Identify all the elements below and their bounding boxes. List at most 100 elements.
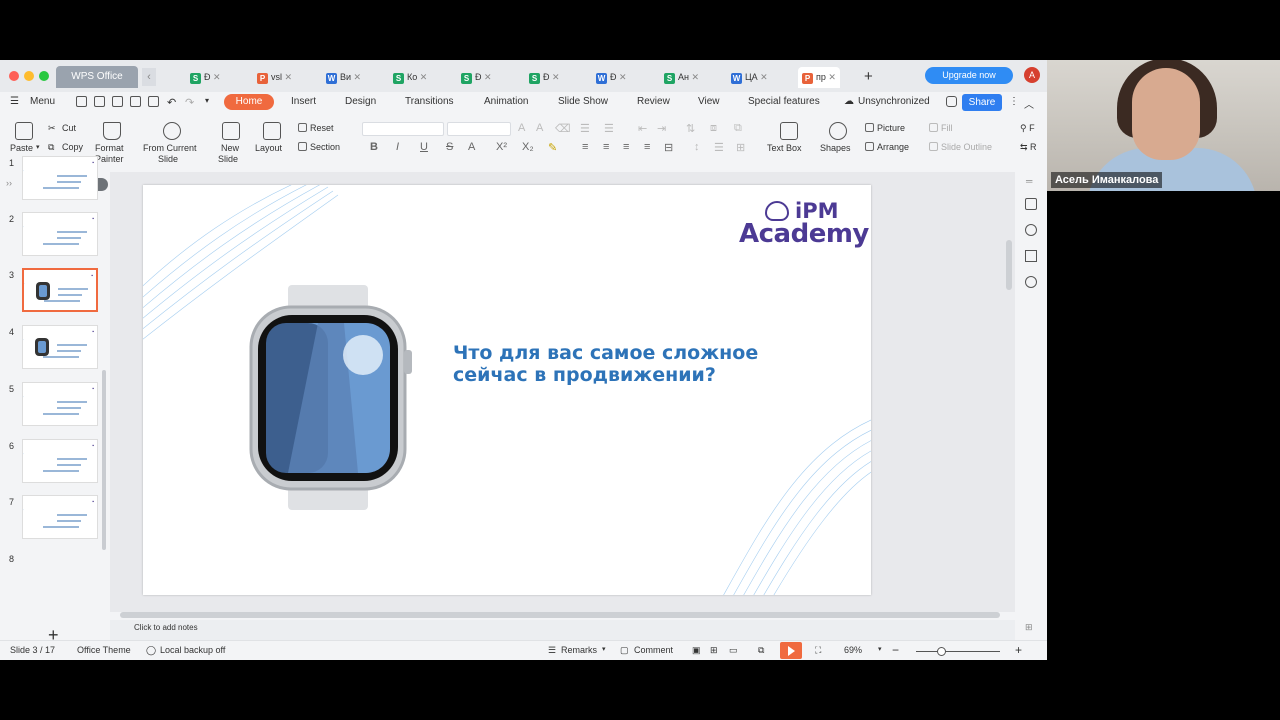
- text-box-button[interactable]: Text Box: [767, 143, 802, 153]
- document-tab[interactable]: W ЦА ✕: [731, 69, 768, 85]
- close-tab-icon[interactable]: ✕: [417, 72, 428, 82]
- columns-icon[interactable]: ⧉: [734, 122, 742, 135]
- comment-button[interactable]: Comment: [634, 645, 673, 655]
- bullets-icon[interactable]: ☰: [580, 122, 590, 135]
- tab-transitions[interactable]: Transitions: [405, 96, 454, 107]
- zoom-out-button[interactable]: −: [892, 643, 899, 657]
- zoom-dropdown-icon[interactable]: ▾: [878, 645, 882, 653]
- remarks-dropdown-icon[interactable]: ▾: [602, 645, 606, 653]
- design-panel-icon[interactable]: [1025, 198, 1037, 210]
- tab-view[interactable]: View: [698, 96, 720, 107]
- fill-button[interactable]: Fill: [929, 123, 953, 133]
- menu-button[interactable]: Menu: [30, 96, 55, 107]
- close-tab-icon[interactable]: ✕: [351, 72, 362, 82]
- text-direction-icon[interactable]: ⇅: [686, 122, 695, 135]
- close-tab-icon[interactable]: ✕: [617, 72, 627, 82]
- shapes-icon[interactable]: [829, 122, 847, 140]
- tab-design[interactable]: Design: [345, 96, 376, 107]
- sync-status[interactable]: Unsynchronized: [858, 96, 930, 107]
- picture-button[interactable]: Picture: [865, 123, 905, 133]
- backup-icon[interactable]: ◯: [146, 645, 156, 656]
- quick-access-dropdown-icon[interactable]: ▾: [205, 96, 209, 105]
- comment-icon[interactable]: [946, 96, 957, 107]
- close-tab-icon[interactable]: ✕: [689, 72, 699, 82]
- slide-thumbnail[interactable]: ▪: [22, 268, 98, 312]
- slide-thumbnail[interactable]: ▪: [22, 156, 98, 200]
- undo-icon[interactable]: ↶: [167, 96, 176, 109]
- document-tab[interactable]: SĐ ✕: [190, 69, 221, 85]
- format-painter-label-1[interactable]: Format: [95, 143, 124, 153]
- remarks-button[interactable]: Remarks: [561, 645, 597, 655]
- fit-to-window-icon[interactable]: ⛶: [815, 645, 821, 656]
- close-window-button[interactable]: [9, 71, 19, 81]
- animation-panel-icon[interactable]: [1025, 224, 1037, 236]
- replace-button[interactable]: ⇆ R: [1020, 142, 1037, 153]
- copy-icon[interactable]: ⧉: [48, 142, 54, 153]
- clear-format-icon[interactable]: ⌫: [555, 122, 571, 135]
- share-button[interactable]: Share: [962, 94, 1002, 111]
- slide-outline-button[interactable]: Slide Outline: [929, 142, 992, 152]
- layout-button[interactable]: Layout: [255, 143, 282, 153]
- tab-special-features[interactable]: Special features: [748, 96, 820, 107]
- presenter-tools-icon[interactable]: ⧉: [758, 645, 764, 656]
- arrange-button[interactable]: Arrange: [865, 142, 909, 152]
- comment-status-icon[interactable]: ▢: [620, 645, 629, 656]
- font-name-select[interactable]: [362, 122, 444, 136]
- document-tab[interactable]: S Ко ✕: [393, 69, 427, 85]
- new-slide-label-2[interactable]: Slide: [218, 154, 238, 164]
- expand-panel-icon[interactable]: ››: [6, 178, 12, 188]
- tab-slide-show[interactable]: Slide Show: [558, 96, 608, 107]
- collapse-ribbon-icon[interactable]: ︿: [1024, 96, 1034, 111]
- normal-view-icon[interactable]: ▣: [692, 645, 701, 656]
- distribute-icon[interactable]: ⊟: [664, 141, 673, 154]
- document-tab[interactable]: Pпр ✕: [798, 67, 840, 88]
- new-slide-icon[interactable]: [222, 122, 240, 140]
- paste-button[interactable]: Paste: [10, 143, 33, 153]
- wps-office-tab[interactable]: WPS Office: [56, 66, 138, 88]
- print-preview-icon[interactable]: [148, 96, 159, 107]
- layout-icon[interactable]: [263, 122, 281, 140]
- play-from-current-icon[interactable]: [163, 122, 181, 140]
- line-spacing-icon[interactable]: ↕: [694, 141, 700, 153]
- bold-icon[interactable]: B: [370, 141, 378, 153]
- slide-sorter-icon[interactable]: ⊞: [710, 645, 718, 656]
- new-slide-label-1[interactable]: New: [221, 143, 239, 153]
- underline-icon[interactable]: U: [420, 141, 428, 153]
- numbering-icon[interactable]: ☰: [604, 122, 614, 135]
- subscript-icon[interactable]: X₂: [522, 141, 534, 153]
- new-tab-button[interactable]: +: [864, 68, 873, 85]
- from-current-label-2[interactable]: Slide: [158, 154, 178, 164]
- from-current-label-1[interactable]: From Current: [143, 143, 197, 153]
- close-tab-icon[interactable]: ✕: [482, 72, 492, 82]
- document-tab[interactable]: SĐ ✕: [529, 69, 560, 85]
- properties-panel-icon[interactable]: [1025, 250, 1037, 262]
- tab-home[interactable]: Home: [224, 94, 274, 110]
- document-tab[interactable]: W Ви ✕: [326, 69, 361, 85]
- slide-3[interactable]: iPM Academy Что для вас самое сложное се…: [143, 185, 871, 595]
- slide-title[interactable]: Что для вас самое сложное сейчас в продв…: [453, 342, 773, 386]
- tab-scroll-left-icon[interactable]: ‹: [142, 68, 156, 86]
- tab-animation[interactable]: Animation: [484, 96, 528, 107]
- slide-thumbnail[interactable]: ▪: [22, 212, 98, 256]
- font-color-icon[interactable]: ✎: [548, 141, 557, 154]
- cut-button[interactable]: Cut: [62, 123, 76, 133]
- toolbar-settings-icon[interactable]: ⊞: [1025, 622, 1033, 633]
- justify-icon[interactable]: ≡: [644, 141, 650, 153]
- redo-icon[interactable]: ↷: [185, 96, 194, 109]
- zoom-level[interactable]: 69%: [844, 645, 862, 655]
- more-options-icon[interactable]: ⋮: [1009, 96, 1019, 107]
- text-box-icon[interactable]: [780, 122, 798, 140]
- save-icon[interactable]: [94, 96, 105, 107]
- document-tab[interactable]: WĐ ✕: [596, 69, 627, 85]
- user-avatar[interactable]: A: [1024, 67, 1040, 83]
- align-center-icon[interactable]: ≡: [603, 141, 609, 153]
- decrease-indent-icon[interactable]: ⇤: [638, 122, 647, 135]
- strikethrough-icon[interactable]: S: [446, 141, 453, 153]
- decrease-font-icon[interactable]: A: [536, 122, 543, 134]
- reset-button[interactable]: Reset: [298, 123, 334, 133]
- shapes-button[interactable]: Shapes: [820, 143, 851, 153]
- increase-indent-icon[interactable]: ⇥: [657, 122, 666, 135]
- slide-thumbnail[interactable]: ▪: [22, 495, 98, 539]
- theme-name[interactable]: Office Theme: [77, 645, 131, 655]
- font-size-select[interactable]: [447, 122, 511, 136]
